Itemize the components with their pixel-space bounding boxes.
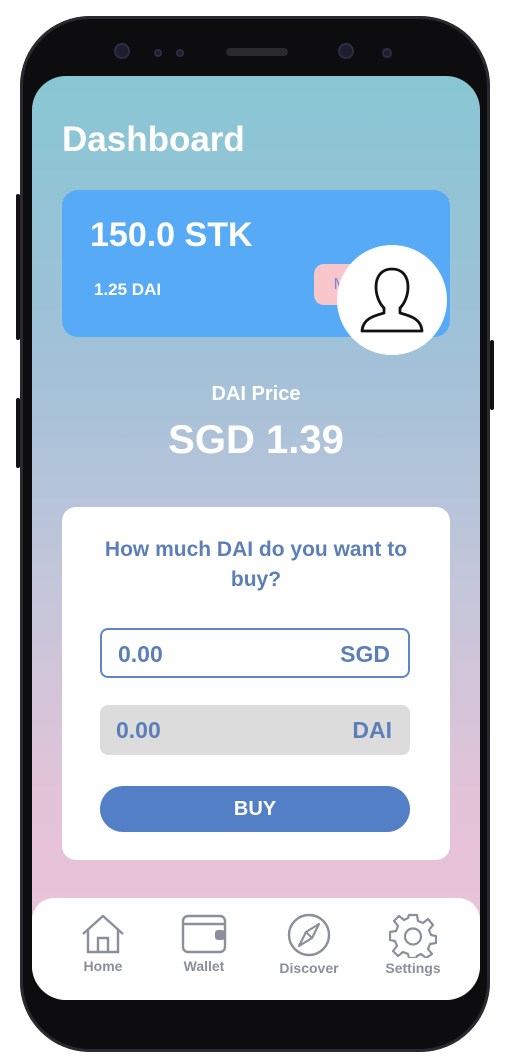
sensor-icon	[176, 49, 184, 57]
buy-card: How much DAI do you want to buy? SGD 0.0…	[62, 507, 450, 860]
app-screen: Dashboard 150.0 STK 1.25 DAI Manage DAI …	[32, 76, 480, 1000]
iris-camera-icon	[338, 43, 354, 59]
buy-question: How much DAI do you want to buy?	[104, 538, 408, 591]
sgd-amount-input[interactable]	[118, 630, 278, 678]
nav-item-wallet[interactable]: Wallet	[159, 912, 249, 974]
home-icon	[82, 914, 124, 954]
power-button	[490, 340, 494, 410]
price-value: SGD 1.39	[168, 418, 344, 462]
nav-label-wallet: Wallet	[183, 958, 225, 974]
sgd-unit-label: SGD	[340, 641, 390, 667]
user-silhouette-icon	[360, 267, 424, 333]
volume-down-button	[16, 398, 20, 468]
bottom-nav: Home Wallet Discover Settings	[32, 898, 480, 1000]
dai-amount-field: 0.00 DAI	[100, 705, 410, 755]
iris-sensor-icon	[382, 48, 392, 58]
volume-up-button	[16, 194, 20, 340]
buy-button[interactable]: BUY	[100, 786, 410, 832]
nav-label-settings: Settings	[385, 960, 441, 976]
stk-balance: 150.0 STK	[90, 216, 253, 254]
balance-card: 150.0 STK 1.25 DAI Manage	[62, 190, 450, 355]
nav-item-settings[interactable]: Settings	[368, 912, 458, 976]
gear-icon	[389, 913, 437, 958]
sgd-amount-field[interactable]: SGD	[100, 628, 410, 678]
price-label: DAI Price	[211, 383, 301, 405]
avatar[interactable]	[337, 245, 447, 355]
compass-icon	[287, 913, 331, 957]
dai-amount-value: 0.00	[116, 717, 161, 743]
nav-item-discover[interactable]: Discover	[264, 912, 354, 976]
dai-unit-label: DAI	[352, 717, 392, 743]
nav-label-home: Home	[83, 958, 123, 974]
page-title: Dashboard	[62, 120, 245, 159]
earpiece-speaker	[226, 48, 288, 56]
nav-label-discover: Discover	[279, 960, 339, 976]
wallet-icon	[181, 914, 227, 954]
nav-item-home[interactable]: Home	[58, 912, 148, 974]
front-camera-icon	[114, 43, 130, 59]
sensor-icon	[154, 49, 162, 57]
dai-balance: 1.25 DAI	[94, 280, 162, 299]
